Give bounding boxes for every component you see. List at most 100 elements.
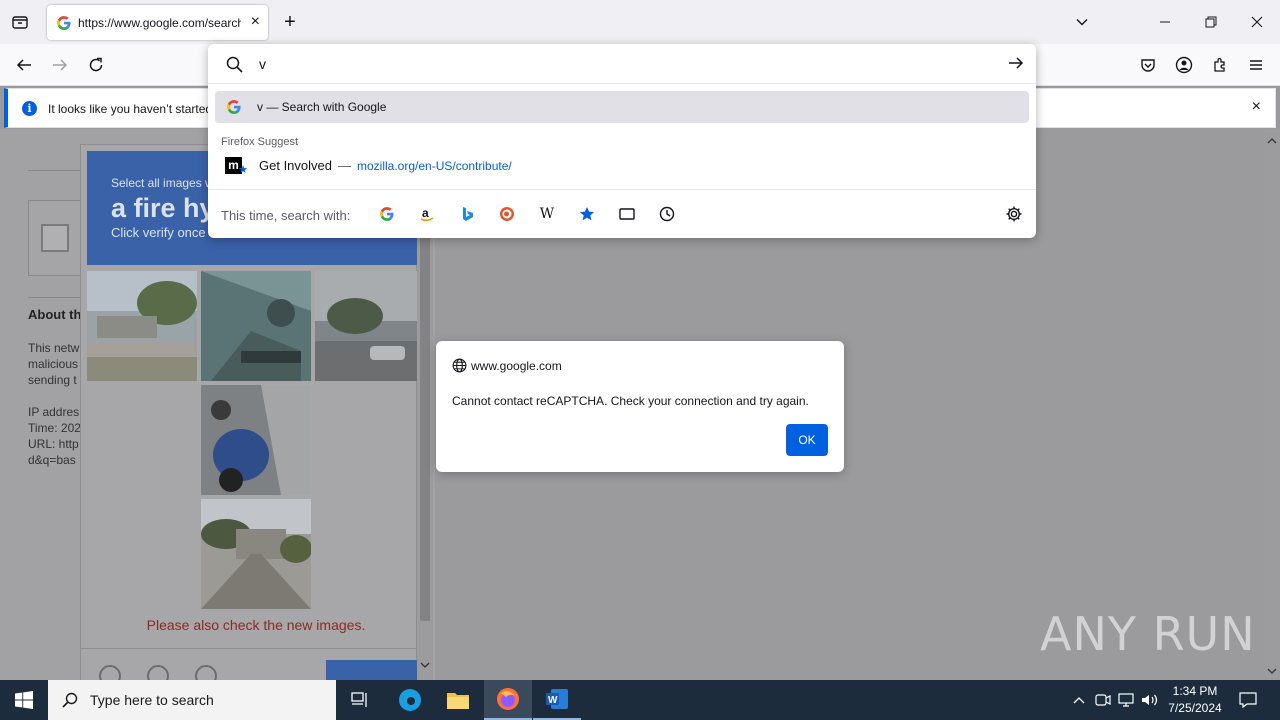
forward-arrow-icon: [53, 59, 68, 71]
search-icon: [62, 692, 78, 708]
close-window-button[interactable]: [1247, 12, 1267, 32]
globe-icon: [452, 358, 467, 373]
captcha-tile[interactable]: [315, 271, 417, 381]
taskbar-search[interactable]: Type here to search: [48, 680, 336, 720]
word-taskbar-button[interactable]: W: [533, 680, 581, 720]
suggestion-title: Get Involved: [259, 158, 332, 173]
scroll-down-icon: [1267, 668, 1277, 674]
search-settings-button[interactable]: [1005, 205, 1023, 226]
account-button[interactable]: [1172, 53, 1196, 77]
notifications-button[interactable]: [1236, 680, 1260, 720]
windows-logo-icon: [15, 691, 33, 709]
tray-chevron-button[interactable]: [1070, 680, 1088, 720]
volume-icon[interactable]: [1140, 680, 1160, 720]
app-menu-button[interactable]: [1244, 53, 1268, 77]
tab-list-button[interactable]: [8, 10, 32, 34]
firefox-icon: [497, 688, 519, 710]
tabs-search-icon[interactable]: [618, 205, 636, 223]
firefox-taskbar-button[interactable]: [484, 680, 532, 720]
captcha-target: a fire hy: [111, 193, 215, 223]
suggestion-text: v — Search with Google: [257, 100, 387, 114]
duckduckgo-engine-icon[interactable]: [498, 205, 516, 223]
recaptcha-checkbox[interactable]: [41, 224, 69, 252]
bookmarks-search-icon[interactable]: [578, 205, 596, 223]
captcha-instruction: Click verify once: [111, 225, 206, 240]
amazon-engine-icon[interactable]: a: [418, 205, 436, 223]
gear-icon: [1006, 206, 1022, 222]
verify-button[interactable]: [326, 660, 418, 680]
clock-date: 7/25/2024: [1168, 701, 1222, 715]
file-explorer-taskbar-button[interactable]: [434, 680, 482, 720]
bing-engine-icon[interactable]: [458, 205, 476, 223]
chevron-down-icon: [1076, 19, 1088, 26]
minimize-button[interactable]: [1155, 12, 1175, 32]
ok-button[interactable]: OK: [786, 424, 828, 456]
page-scrollbar[interactable]: [1264, 129, 1280, 680]
search-icon: [226, 56, 243, 73]
google-engine-icon[interactable]: [378, 205, 396, 223]
captcha-tile[interactable]: [87, 271, 197, 381]
dialog-message: Cannot contact reCAPTCHA. Check your con…: [452, 394, 809, 408]
dialog-site: www.google.com: [452, 358, 562, 373]
list-all-tabs-button[interactable]: [1072, 12, 1092, 32]
close-icon: [1251, 16, 1263, 28]
task-view-icon: [351, 692, 367, 707]
firefox-suggest-heading: Firefox Suggest: [221, 136, 299, 148]
windows-taskbar: Type here to search W 1:34 PM 7/25/2024: [0, 680, 1280, 720]
notification-message: It looks like you haven’t started: [48, 102, 213, 116]
extensions-button[interactable]: [1208, 53, 1232, 77]
suggestion-get-involved[interactable]: m ★ Get Involved — mozilla.org/en-US/cont…: [225, 157, 512, 176]
hamburger-menu-icon: [1250, 60, 1262, 70]
edge-icon: [399, 689, 421, 711]
mozilla-icon: m ★: [225, 157, 248, 176]
urlbar-popup: v v — Search with Google Firefox Suggest…: [208, 44, 1036, 238]
help-icon[interactable]: [195, 665, 217, 680]
search-suggestion-google[interactable]: v — Search with Google: [215, 91, 1029, 123]
reload-button[interactable]: [84, 53, 108, 77]
start-button[interactable]: [0, 680, 48, 720]
new-tab-button[interactable]: +: [280, 12, 300, 32]
audio-icon[interactable]: [147, 665, 169, 680]
wikipedia-engine-icon[interactable]: W: [538, 205, 556, 223]
history-search-icon[interactable]: [658, 205, 676, 223]
urlbar-input[interactable]: v: [208, 44, 1036, 84]
pocket-icon: [1141, 59, 1155, 72]
suggestion-url: mozilla.org/en-US/contribute/: [357, 158, 512, 173]
puzzle-icon: [1214, 57, 1225, 72]
restore-icon: [1205, 16, 1217, 28]
info-icon: i: [22, 101, 37, 116]
clock-time: 1:34 PM: [1172, 684, 1218, 698]
google-g-icon: [57, 15, 71, 30]
forward-button[interactable]: [48, 53, 72, 77]
svg-text:W: W: [548, 695, 558, 706]
captcha-tile[interactable]: [201, 271, 311, 381]
about-heading: About th: [28, 307, 80, 322]
browser-tab[interactable]: https://www.google.com/search ×: [47, 5, 268, 40]
info-paragraph: This netw malicious sending t IP addres …: [28, 341, 80, 467]
taskbar-search-placeholder: Type here to search: [90, 692, 214, 708]
tab-list-icon: [12, 16, 28, 29]
google-g-icon: [227, 100, 241, 114]
taskbar-clock[interactable]: 1:34 PM 7/25/2024: [1164, 683, 1226, 717]
restore-button[interactable]: [1201, 12, 1221, 32]
go-arrow-icon[interactable]: [1008, 55, 1024, 71]
svg-text:a: a: [422, 206, 429, 220]
captcha-tile[interactable]: [201, 385, 311, 495]
reload-captcha-icon[interactable]: [99, 665, 121, 680]
task-view-button[interactable]: [336, 680, 384, 720]
notification-close-button[interactable]: ×: [1252, 98, 1261, 116]
divider: [28, 297, 80, 298]
pocket-button[interactable]: [1136, 53, 1160, 77]
back-button[interactable]: [12, 53, 36, 77]
meet-now-icon[interactable]: [1093, 680, 1113, 720]
captcha-new-images-text: Please also check the new images.: [146, 617, 366, 633]
captcha-tile[interactable]: [201, 499, 311, 609]
urlbar-text: v: [259, 56, 266, 72]
reload-icon: [89, 57, 103, 72]
bookmark-star-icon: ★: [238, 164, 248, 176]
captcha-select-text: Select all images w: [111, 176, 214, 190]
one-off-search-bar: This time, search with: a W: [208, 189, 1036, 238]
network-icon[interactable]: [1116, 680, 1136, 720]
tab-close-button[interactable]: ×: [251, 14, 260, 30]
edge-taskbar-button[interactable]: [386, 680, 434, 720]
